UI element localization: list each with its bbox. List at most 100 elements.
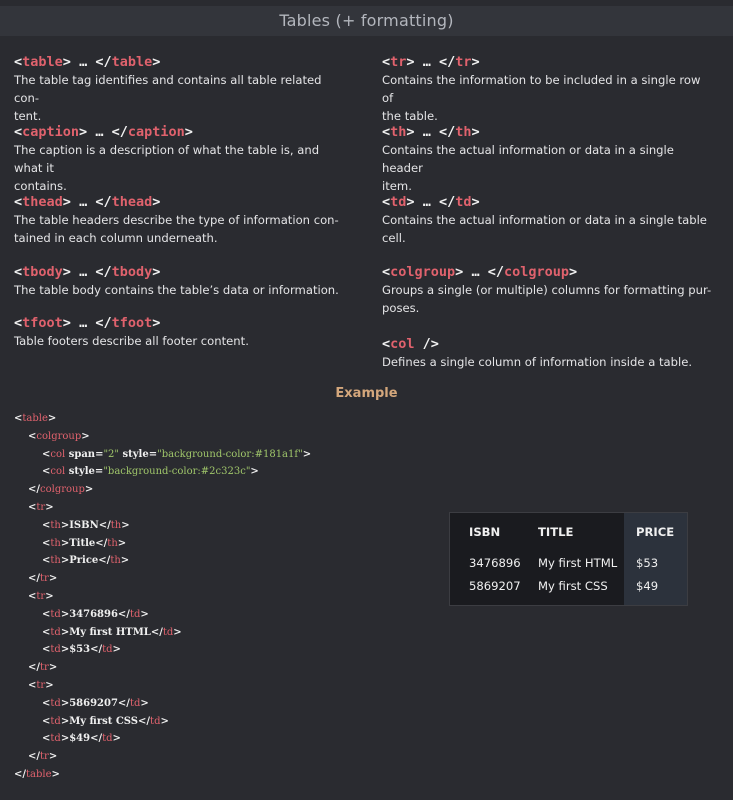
code-line: <col style="background-color:#2c323c"> bbox=[14, 463, 311, 481]
open-tag-name: th bbox=[390, 124, 407, 140]
tag-description: Defines a single column of information i… bbox=[382, 355, 693, 369]
tag-heading: <tbody> … </tbody> bbox=[14, 264, 161, 280]
code-text: > bbox=[160, 715, 169, 727]
code-text: >$53</ bbox=[60, 644, 103, 656]
code-text: > bbox=[45, 679, 54, 691]
code-line: <td>My first CSS</td> bbox=[14, 713, 311, 731]
code-text: > bbox=[48, 573, 58, 585]
code-line: <td>3476896</td> bbox=[14, 606, 311, 624]
title-bar: Tables (+ formatting) bbox=[0, 6, 733, 36]
tag-entry-caption: <caption> … </caption> The caption is a d… bbox=[14, 124, 344, 195]
code-text: > bbox=[84, 484, 94, 496]
ellipsis: … bbox=[471, 264, 480, 280]
open-tag-name: td bbox=[390, 194, 407, 210]
close-tag-name: th bbox=[455, 124, 472, 140]
tag-entry-tr: <tr> … </tr> Contains the information to … bbox=[382, 54, 712, 125]
tag-description: Table footers describe all footer conten… bbox=[14, 334, 249, 348]
code-tag: tr bbox=[40, 662, 49, 674]
code-tag: td bbox=[162, 626, 174, 638]
close-tag-name: tbody bbox=[111, 264, 153, 280]
code-line: <th>Price</th> bbox=[14, 552, 311, 570]
code-tag: th bbox=[50, 555, 61, 567]
header-price: PRICE bbox=[636, 525, 675, 539]
code-line: <tr> bbox=[14, 588, 311, 606]
code-text: >My first CSS</ bbox=[60, 715, 151, 727]
code-text: >My first HTML</ bbox=[60, 626, 163, 638]
code-tag: colgroup bbox=[40, 484, 85, 496]
page-title: Tables (+ formatting) bbox=[279, 11, 454, 30]
tag-heading: <thead> … </thead> bbox=[14, 194, 161, 210]
tag-description: Contains the actual information or data … bbox=[382, 143, 674, 193]
tag-entry-tfoot: <tfoot> … </tfoot> Table footers describe… bbox=[14, 315, 344, 350]
code-line: <tr> bbox=[14, 499, 311, 517]
table-row: 5869207 My first CSS $49 bbox=[450, 574, 687, 597]
tag-heading: <tfoot> … </tfoot> bbox=[14, 315, 161, 331]
code-line: <th>Title</th> bbox=[14, 535, 311, 553]
code-string: "background-color:#181a1f" bbox=[157, 448, 303, 460]
header-isbn: ISBN bbox=[469, 525, 501, 539]
code-line: </table> bbox=[14, 766, 311, 784]
code-line: <colgroup> bbox=[14, 428, 311, 446]
ellipsis: … bbox=[79, 54, 88, 70]
code-tag: td bbox=[102, 733, 113, 745]
code-text: style= bbox=[65, 466, 104, 478]
code-tag: table bbox=[22, 413, 48, 424]
example-heading: Example bbox=[335, 386, 398, 401]
code-tag: col bbox=[50, 466, 66, 478]
open-tag-name: table bbox=[22, 54, 63, 70]
code-text: >Title</ bbox=[60, 537, 108, 549]
code-tag: th bbox=[110, 519, 122, 531]
code-text: > bbox=[51, 768, 60, 780]
open-tag-name: thead bbox=[22, 194, 63, 210]
tag-heading: <tr> … </tr> bbox=[382, 54, 480, 70]
tag-description: Contains the information to be included … bbox=[382, 73, 701, 123]
code-text: style= bbox=[119, 448, 158, 460]
code-text: > bbox=[302, 448, 312, 460]
open-tag-name: col bbox=[390, 336, 415, 352]
code-text: > bbox=[81, 430, 90, 442]
cell-price: $49 bbox=[636, 578, 659, 593]
code-text: > bbox=[47, 413, 57, 424]
cell-price: $53 bbox=[636, 555, 659, 570]
code-text: > bbox=[45, 590, 54, 602]
close-tag-name: tr bbox=[455, 54, 472, 70]
tag-entry-td: <td> … </td> Contains the actual informat… bbox=[382, 194, 712, 247]
open-tag-name: tr bbox=[390, 54, 407, 70]
tag-description: The table tag identifies and contains al… bbox=[14, 73, 322, 123]
code-text: </ bbox=[28, 751, 41, 763]
code-line: <td>5869207</td> bbox=[14, 695, 311, 713]
code-text: > bbox=[48, 751, 58, 763]
code-tag: td bbox=[129, 697, 141, 709]
tag-entry-table: <table> … </table> The table tag identifi… bbox=[14, 54, 344, 125]
tag-description: Groups a single (or multiple) columns fo… bbox=[382, 283, 712, 315]
tag-heading: <table> … </table> bbox=[14, 54, 161, 70]
cell-isbn: 5869207 bbox=[469, 578, 521, 593]
code-text: >$49</ bbox=[60, 733, 103, 745]
close-tag-name: thead bbox=[111, 194, 153, 210]
code-text: > bbox=[250, 466, 259, 478]
code-text: > bbox=[140, 608, 149, 620]
header-title: TITLE bbox=[538, 525, 574, 539]
tag-description: Contains the actual information or data … bbox=[382, 213, 707, 245]
code-text: > bbox=[112, 733, 121, 745]
code-text: > bbox=[173, 626, 182, 638]
code-text: </ bbox=[28, 484, 41, 496]
tag-entry-th: <th> … </th> Contains the actual informat… bbox=[382, 124, 712, 195]
code-tag: tr bbox=[40, 751, 49, 763]
table-header-row: ISBN TITLE PRICE bbox=[450, 513, 687, 551]
code-text: > bbox=[117, 537, 127, 549]
code-tag: th bbox=[107, 537, 118, 549]
tag-description: The table body contains the table’s data… bbox=[14, 283, 339, 297]
ellipsis: … bbox=[79, 315, 88, 331]
code-tag: td bbox=[150, 715, 161, 727]
code-tag: td bbox=[50, 608, 61, 620]
tag-heading: <colgroup> … </colgroup> bbox=[382, 264, 578, 280]
code-tag: th bbox=[50, 537, 61, 549]
code-text: >3476896</ bbox=[60, 608, 130, 620]
code-tag: th bbox=[110, 555, 121, 567]
code-text: </ bbox=[28, 662, 41, 674]
code-string: "2" bbox=[103, 448, 120, 460]
tag-entry-col: <col /> Defines a single column of inform… bbox=[382, 336, 712, 371]
close-tag-name: td bbox=[455, 194, 472, 210]
tag-description: The caption is a description of what the… bbox=[14, 143, 320, 193]
